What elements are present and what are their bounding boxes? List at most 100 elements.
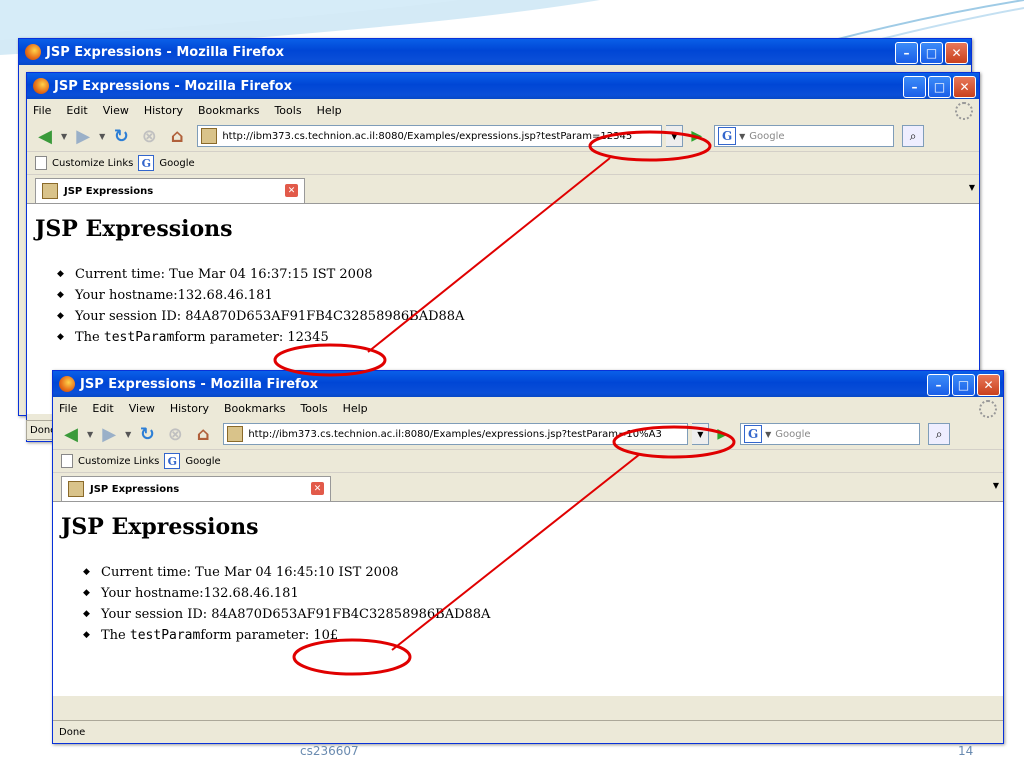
menu-bookmarks[interactable]: Bookmarks xyxy=(224,402,285,415)
home-icon[interactable]: ⌂ xyxy=(165,125,189,147)
url-field[interactable]: http://ibm373.cs.technion.ac.il:8080/Exa… xyxy=(197,125,663,147)
tab-bar: JSP Expressions ✕ ▼ xyxy=(53,472,1003,501)
menu-edit[interactable]: Edit xyxy=(92,402,113,415)
param-name: testParam xyxy=(129,628,201,643)
search-field[interactable]: G ▼ Google xyxy=(714,125,895,147)
search-icon[interactable]: ⌕ xyxy=(928,423,951,445)
menu-bookmarks[interactable]: Bookmarks xyxy=(198,104,259,117)
menu-edit[interactable]: Edit xyxy=(66,104,87,117)
param-name: testParam xyxy=(103,330,175,345)
search-engine-dropdown-icon[interactable]: ▼ xyxy=(765,430,771,439)
title-bar: JSP Expressions - Mozilla Firefox – □ ✕ xyxy=(27,73,979,99)
url-dropdown-icon[interactable]: ▼ xyxy=(692,423,710,445)
links-toolbar: Customize Links G Google xyxy=(27,151,979,174)
back-arrow-icon[interactable]: ◀ xyxy=(33,125,57,147)
search-field[interactable]: G ▼ Google xyxy=(740,423,921,445)
tab-close-icon[interactable]: ✕ xyxy=(285,184,298,197)
url-dropdown-icon[interactable]: ▼ xyxy=(666,125,684,147)
tab-list-dropdown-icon[interactable]: ▼ xyxy=(993,481,999,490)
go-arrow-icon[interactable]: ▶ xyxy=(717,426,728,442)
close-button[interactable]: ✕ xyxy=(977,374,1000,396)
google-icon[interactable]: G xyxy=(718,127,737,145)
close-button[interactable]: ✕ xyxy=(953,76,976,98)
page-content: JSP Expressions Current time: Tue Mar 04… xyxy=(53,501,1003,696)
menu-view[interactable]: View xyxy=(103,104,129,117)
list-item-hostname: Your hostname:132.68.46.181 xyxy=(57,285,464,306)
slide-footer-course: cs236607 xyxy=(300,744,359,758)
go-arrow-icon[interactable]: ▶ xyxy=(691,128,702,144)
reload-icon[interactable]: ↻ xyxy=(135,423,159,445)
param-prefix: The xyxy=(75,330,100,345)
param-prefix: The xyxy=(101,628,126,643)
forward-arrow-icon[interactable]: ▶ xyxy=(71,125,95,147)
back-dropdown-icon[interactable]: ▼ xyxy=(61,132,67,141)
menu-view[interactable]: View xyxy=(129,402,155,415)
menu-history[interactable]: History xyxy=(170,402,209,415)
google-link[interactable]: Google xyxy=(185,456,220,467)
window-title: JSP Expressions - Mozilla Firefox xyxy=(54,78,292,94)
menu-help[interactable]: Help xyxy=(317,104,342,117)
links-toolbar: Customize Links G Google xyxy=(53,449,1003,472)
forward-dropdown-icon[interactable]: ▼ xyxy=(125,430,131,439)
tab-title: JSP Expressions xyxy=(64,185,154,197)
menu-bar: File Edit View History Bookmarks Tools H… xyxy=(27,99,979,121)
list-item-test-param: The testParamform parameter: 12345 xyxy=(57,327,464,348)
window-title: JSP Expressions - Mozilla Firefox xyxy=(46,44,284,60)
search-icon[interactable]: ⌕ xyxy=(902,125,925,147)
list-item-current-time: Current time: Tue Mar 04 16:45:10 IST 20… xyxy=(83,562,490,583)
browser-window-2: JSP Expressions - Mozilla Firefox – □ ✕ … xyxy=(52,370,1004,744)
status-bar: Done xyxy=(53,720,1003,743)
throbber-icon xyxy=(955,102,973,120)
param-value: form parameter: 10£ xyxy=(200,628,339,643)
param-value: form parameter: 12345 xyxy=(174,330,329,345)
info-list: Current time: Tue Mar 04 16:37:15 IST 20… xyxy=(57,264,464,348)
google-icon: G xyxy=(138,155,155,171)
search-placeholder: Google xyxy=(775,428,811,440)
window-title: JSP Expressions - Mozilla Firefox xyxy=(80,376,318,392)
back-arrow-icon[interactable]: ◀ xyxy=(59,423,83,445)
list-item-test-param: The testParamform parameter: 10£ xyxy=(83,625,490,646)
close-button[interactable]: ✕ xyxy=(945,42,968,64)
menu-file[interactable]: File xyxy=(59,402,77,415)
back-dropdown-icon[interactable]: ▼ xyxy=(87,430,93,439)
firefox-icon xyxy=(33,78,49,94)
google-link[interactable]: Google xyxy=(159,158,194,169)
list-item-hostname: Your hostname:132.68.46.181 xyxy=(83,583,490,604)
menu-file[interactable]: File xyxy=(33,104,51,117)
forward-dropdown-icon[interactable]: ▼ xyxy=(99,132,105,141)
customize-links-link[interactable]: Customize Links xyxy=(52,158,133,169)
home-icon[interactable]: ⌂ xyxy=(191,423,215,445)
minimize-button[interactable]: – xyxy=(903,76,926,98)
forward-arrow-icon[interactable]: ▶ xyxy=(97,423,121,445)
search-placeholder: Google xyxy=(749,130,785,142)
tab-close-icon[interactable]: ✕ xyxy=(311,482,324,495)
google-icon[interactable]: G xyxy=(744,425,763,443)
tab-jsp-expressions[interactable]: JSP Expressions ✕ xyxy=(61,476,331,501)
slide-page-number: 14 xyxy=(958,744,974,758)
page-icon xyxy=(35,156,47,170)
stop-icon[interactable]: ⊗ xyxy=(137,125,161,147)
url-field[interactable]: http://ibm373.cs.technion.ac.il:8080/Exa… xyxy=(223,423,689,445)
site-favicon-icon xyxy=(201,128,218,144)
minimize-button[interactable]: – xyxy=(927,374,950,396)
site-favicon-icon xyxy=(42,183,58,199)
search-engine-dropdown-icon[interactable]: ▼ xyxy=(739,132,745,141)
customize-links-link[interactable]: Customize Links xyxy=(78,456,159,467)
site-favicon-icon xyxy=(68,481,84,497)
tab-list-dropdown-icon[interactable]: ▼ xyxy=(969,183,975,192)
maximize-button[interactable]: □ xyxy=(952,374,975,396)
menu-history[interactable]: History xyxy=(144,104,183,117)
site-favicon-icon xyxy=(227,426,244,442)
info-list: Current time: Tue Mar 04 16:45:10 IST 20… xyxy=(83,562,490,646)
list-item-session-id: Your session ID: 84A870D653AF91FB4C32858… xyxy=(57,306,464,327)
menu-help[interactable]: Help xyxy=(343,402,368,415)
tab-jsp-expressions[interactable]: JSP Expressions ✕ xyxy=(35,178,305,203)
title-bar: JSP Expressions - Mozilla Firefox – □ ✕ xyxy=(19,39,971,65)
menu-tools[interactable]: Tools xyxy=(300,402,327,415)
maximize-button[interactable]: □ xyxy=(928,76,951,98)
minimize-button[interactable]: – xyxy=(895,42,918,64)
menu-tools[interactable]: Tools xyxy=(274,104,301,117)
reload-icon[interactable]: ↻ xyxy=(109,125,133,147)
maximize-button[interactable]: □ xyxy=(920,42,943,64)
stop-icon[interactable]: ⊗ xyxy=(163,423,187,445)
